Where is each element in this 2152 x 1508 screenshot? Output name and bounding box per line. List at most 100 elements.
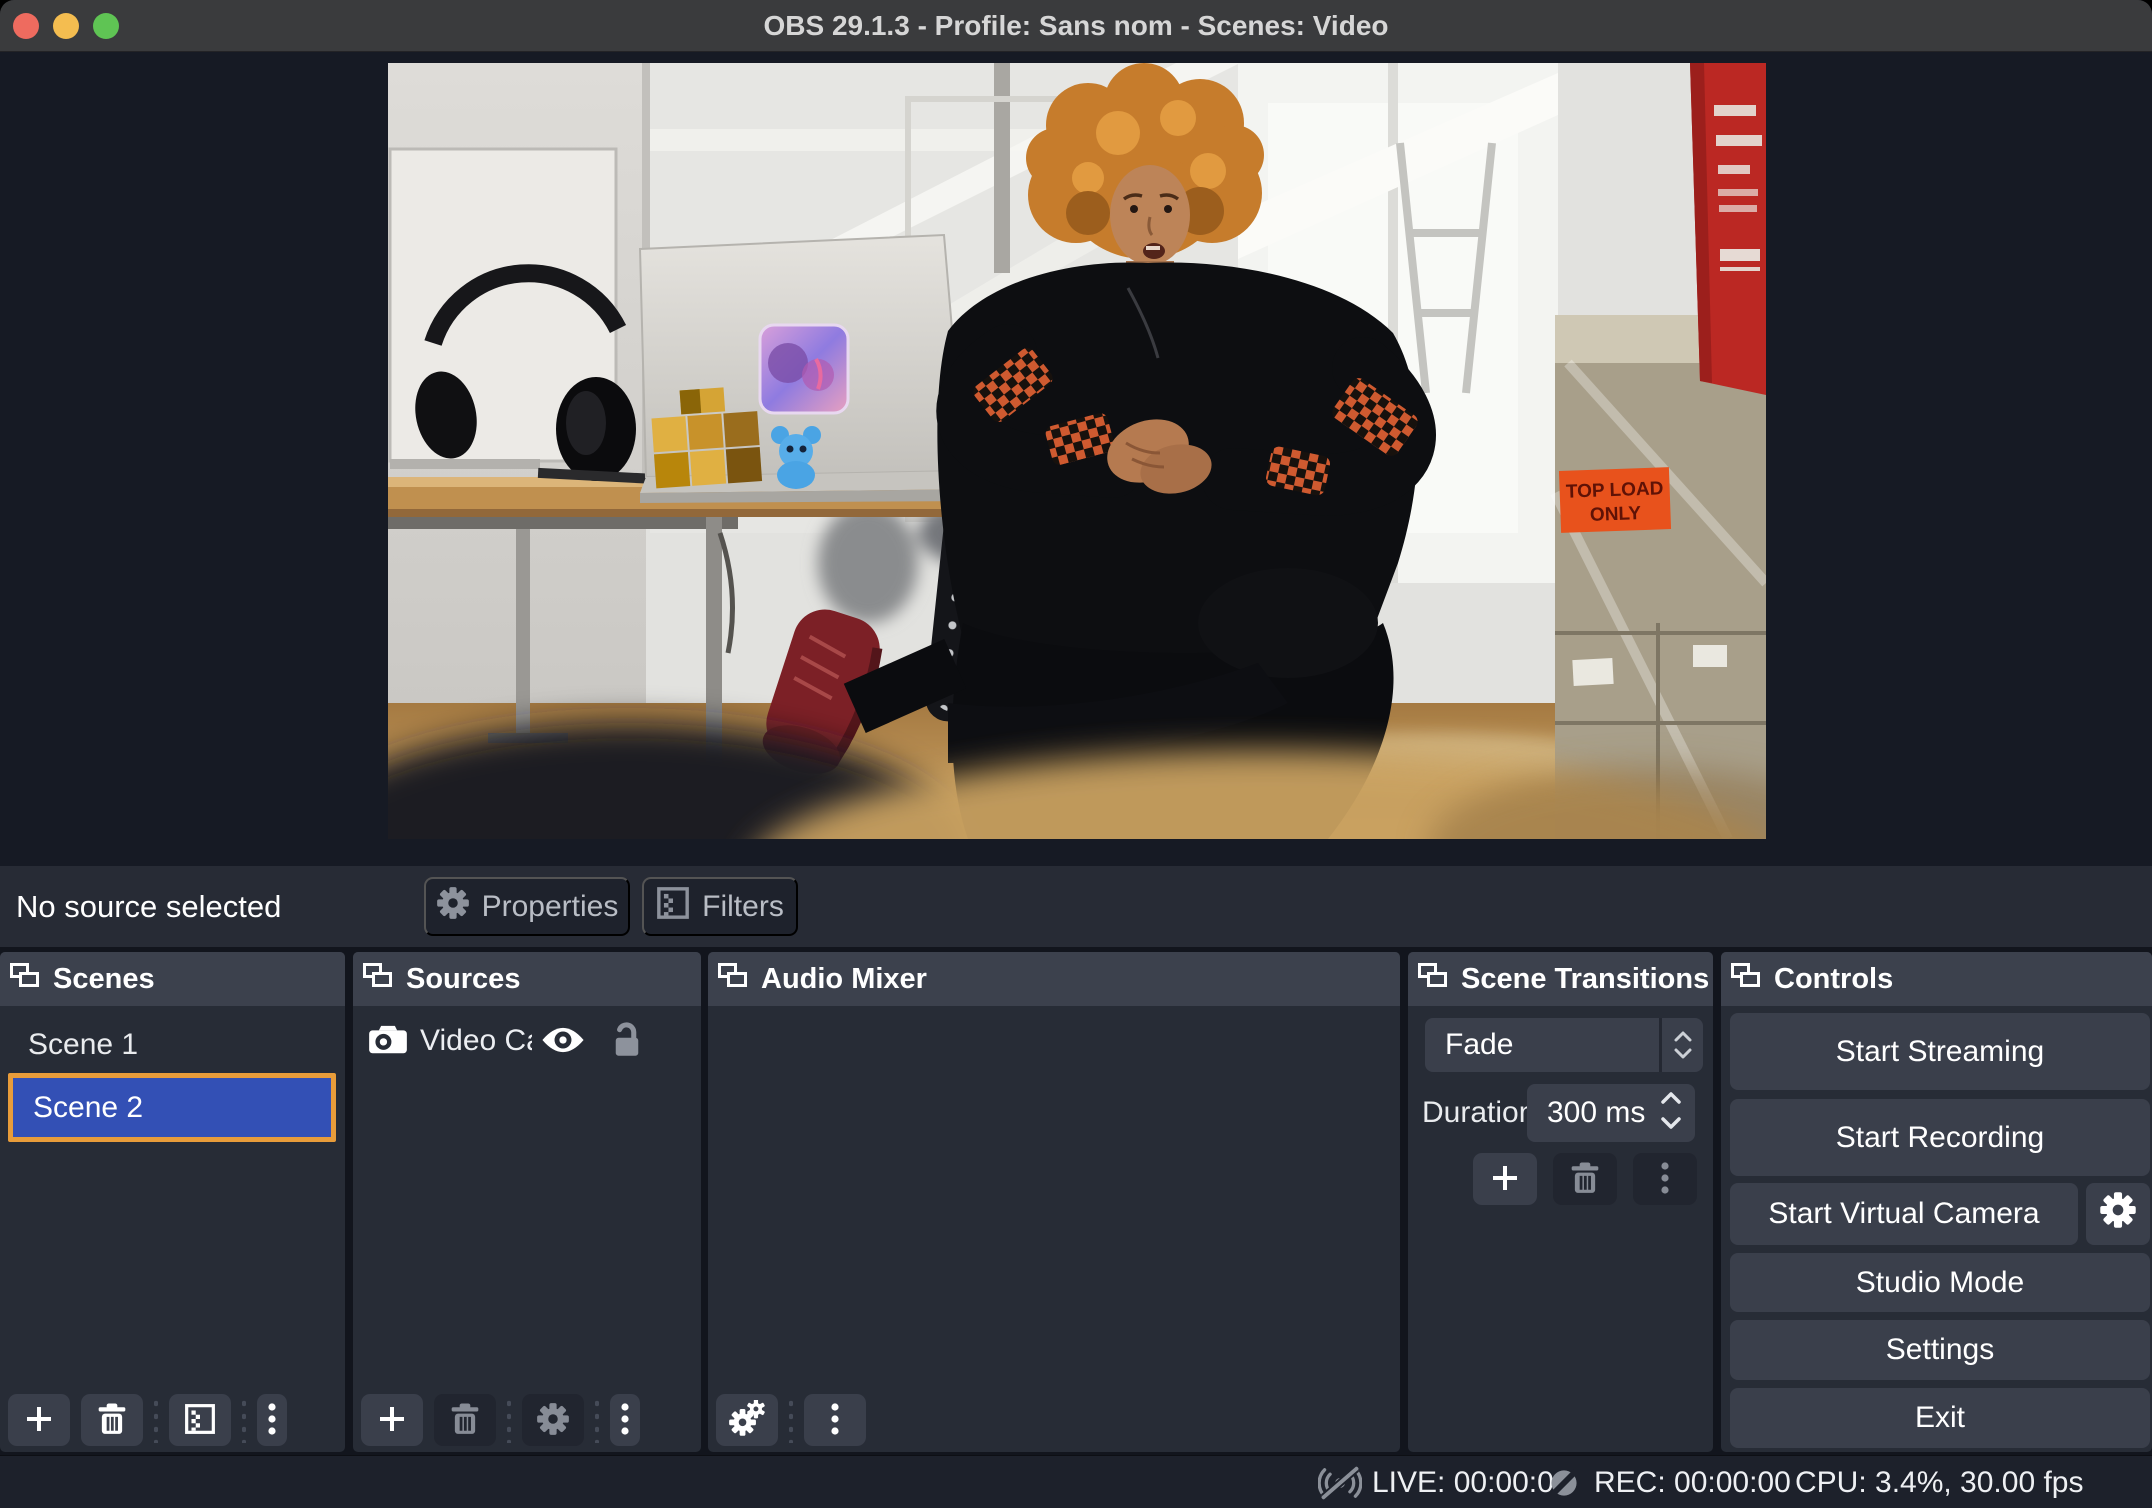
stream-status-icon [1318,1456,1362,1508]
chevron-up-down-icon [1659,1018,1703,1072]
properties-label: Properties [482,890,619,924]
filters-button[interactable]: Filters [642,877,798,936]
record-status-icon [1548,1456,1580,1508]
source-item-label: Video Cap [420,1024,532,1058]
source-status-text: No source selected [16,866,281,947]
unlock-icon [612,1022,642,1061]
audio-mixer-panel-header[interactable]: Audio Mixer [708,952,1400,1006]
status-bar: LIVE: 00:00:00 REC: 00:00:00 CPU: 3.4%, … [0,1455,2152,1508]
controls-panel-header[interactable]: Controls [1721,952,2152,1006]
remove-scene-button[interactable] [81,1394,143,1446]
spinner-up-icon[interactable] [1659,1091,1683,1110]
double-gear-icon [728,1400,766,1441]
duration-label: Duration [1422,1096,1535,1130]
live-timer: LIVE: 00:00:00 [1372,1456,1571,1508]
transition-select-value: Fade [1445,1018,1513,1072]
exit-button[interactable]: Exit [1730,1388,2150,1448]
gear-icon [536,1402,570,1439]
gear-icon [2099,1191,2137,1237]
obs-window: OBS 29.1.3 - Profile: Sans nom - Scenes:… [0,0,2152,1508]
mixer-toolbar [716,1394,866,1446]
toolbar-separator [242,1397,246,1443]
sources-menu-button[interactable] [610,1394,640,1446]
dock-float-icon [363,960,393,998]
eye-icon [540,1024,586,1059]
source-lock-button[interactable] [612,1022,642,1061]
duration-value: 300 ms [1547,1084,1645,1142]
start-recording-button[interactable]: Start Recording [1730,1099,2150,1176]
dock-float-icon [1418,960,1448,998]
rec-timer: REC: 00:00:00 [1594,1456,1791,1508]
scene-transitions-panel-header[interactable]: Scene Transitions [1408,952,1713,1006]
ellipsis-icon [831,1402,839,1439]
ellipsis-icon [268,1402,276,1439]
sources-panel-header[interactable]: Sources [353,952,701,1006]
scenes-panel-header[interactable]: Scenes [0,952,345,1006]
filters-label: Filters [702,890,784,924]
toolbar-separator [507,1397,511,1443]
source-toolbar: No source selected Properties [0,866,2152,947]
dock-float-icon [10,960,40,998]
mixer-menu-button[interactable] [804,1394,866,1446]
start-streaming-button[interactable]: Start Streaming [1730,1013,2150,1090]
toolbar-separator [154,1397,158,1443]
transition-select[interactable]: Fade [1425,1018,1703,1072]
virtual-camera-settings-button[interactable] [2086,1183,2150,1245]
plus-icon [1490,1163,1520,1196]
video-scene: TOP LOAD ONLY [388,63,1766,839]
add-scene-button[interactable] [8,1394,70,1446]
sources-panel-title: Sources [406,963,520,996]
trash-icon [451,1403,479,1438]
cpu-usage: CPU: 3.4%, 30.00 fps [1795,1456,2084,1508]
spinner-down-icon[interactable] [1659,1116,1683,1135]
filters-icon [184,1403,216,1438]
plus-icon [24,1404,54,1437]
settings-button[interactable]: Settings [1730,1320,2150,1380]
controls-panel-title: Controls [1774,963,1893,996]
add-source-button[interactable] [361,1394,423,1446]
camera-icon [368,1023,408,1060]
remove-source-button[interactable] [434,1394,496,1446]
properties-button[interactable]: Properties [424,877,630,936]
source-properties-button[interactable] [522,1394,584,1446]
scene-transitions-panel-title: Scene Transitions [1461,963,1709,996]
trash-icon [1571,1162,1599,1197]
duration-input[interactable]: 300 ms [1527,1084,1695,1142]
audio-mixer-panel-title: Audio Mixer [761,963,927,996]
sources-toolbar [361,1394,640,1446]
remove-transition-button[interactable] [1553,1153,1617,1205]
titlebar: OBS 29.1.3 - Profile: Sans nom - Scenes:… [0,0,2152,52]
add-transition-button[interactable] [1473,1153,1537,1205]
scene-item-2[interactable]: Scene 2 [8,1073,336,1142]
source-visibility-button[interactable] [540,1024,586,1059]
plus-icon [377,1404,407,1437]
window-title: OBS 29.1.3 - Profile: Sans nom - Scenes:… [0,0,2152,52]
audio-mixer-panel: Audio Mixer [708,952,1400,1452]
filters-icon [656,886,690,928]
scenes-panel-title: Scenes [53,963,155,996]
red-warning-sign [1690,63,1766,395]
trash-icon [98,1403,126,1438]
source-item[interactable]: Video Cap [353,1016,701,1066]
video-preview[interactable]: TOP LOAD ONLY [388,63,1766,839]
scene-item-1[interactable]: Scene 1 [0,1022,345,1068]
start-virtual-camera-button[interactable]: Start Virtual Camera [1730,1183,2078,1245]
dock-panels: Scenes Scene 1 Scene 2 [0,947,2152,1455]
scenes-panel: Scenes Scene 1 Scene 2 [0,952,345,1452]
ellipsis-icon [1661,1161,1669,1198]
scene-filters-button[interactable] [169,1394,231,1446]
svg-text:ONLY: ONLY [1590,503,1642,526]
dock-float-icon [1731,960,1761,998]
sources-panel: Sources Video Cap [353,952,701,1452]
ellipsis-icon [621,1402,629,1439]
controls-panel: Controls Start Streaming Start Recording… [1721,952,2152,1452]
scene-transitions-panel: Scene Transitions Fade Duration 300 ms [1408,952,1713,1452]
scenes-toolbar [8,1394,287,1446]
mixer-settings-button[interactable] [716,1394,778,1446]
dock-float-icon [718,960,748,998]
transition-properties-button[interactable] [1633,1153,1697,1205]
studio-mode-button[interactable]: Studio Mode [1730,1253,2150,1312]
svg-text:TOP LOAD: TOP LOAD [1566,478,1664,502]
scenes-menu-button[interactable] [257,1394,287,1446]
toolbar-separator [789,1397,793,1443]
